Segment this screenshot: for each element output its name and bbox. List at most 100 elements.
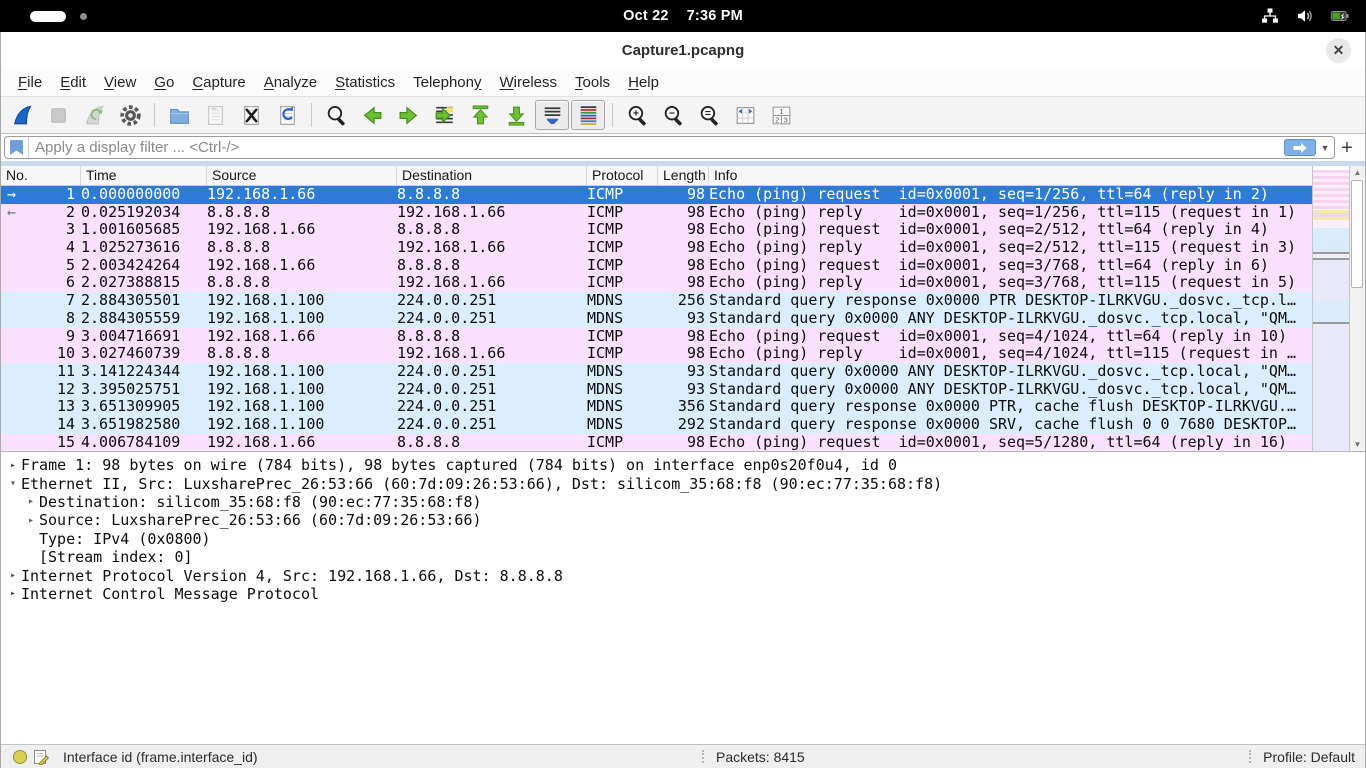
scroll-up-arrow-icon[interactable]: ▲ xyxy=(1350,166,1365,179)
packet-row-6[interactable]: 62.0273888158.8.8.8192.168.1.66ICMP98Ech… xyxy=(1,274,1312,292)
go-to-packet-button[interactable] xyxy=(427,100,461,130)
menu-telephony[interactable]: Telephony xyxy=(404,71,490,94)
packet-row-9[interactable]: 93.004716691192.168.1.668.8.8.8ICMP98Ech… xyxy=(1,328,1312,346)
filter-bookmark-button[interactable] xyxy=(5,137,29,158)
menu-view[interactable]: View xyxy=(95,71,145,94)
status-splitter-handle[interactable] xyxy=(1249,750,1251,763)
expander-closed-icon[interactable]: ▸ xyxy=(5,460,21,471)
previous-packet-button[interactable] xyxy=(355,100,389,130)
capture-comment-icon[interactable] xyxy=(33,749,63,765)
start-capture-button[interactable] xyxy=(5,100,39,130)
packet-row-14[interactable]: 143.651982580192.168.1.100224.0.0.251MDN… xyxy=(1,416,1312,434)
zoom-out-button[interactable]: − xyxy=(656,100,690,130)
auto-scroll-button[interactable] xyxy=(535,100,569,130)
find-packet-button[interactable] xyxy=(319,100,353,130)
packet-row-10[interactable]: 103.0274607398.8.8.8192.168.1.66ICMP98Ec… xyxy=(1,345,1312,363)
detail-line[interactable]: ▾Ethernet II, Src: LuxsharePrec_26:53:66… xyxy=(5,474,1365,492)
cell-proto: MDNS xyxy=(587,292,658,310)
title-bar: Capture1.pcapng ✕ xyxy=(1,32,1365,68)
packet-row-7[interactable]: 72.884305501192.168.1.100224.0.0.251MDNS… xyxy=(1,292,1312,310)
filter-history-caret[interactable]: ▼ xyxy=(1318,137,1332,158)
cell-proto: ICMP xyxy=(587,328,658,346)
zoom-in-button[interactable]: + xyxy=(620,100,654,130)
first-packet-button[interactable] xyxy=(463,100,497,130)
svg-text:+: + xyxy=(632,108,638,119)
colorize-button[interactable] xyxy=(571,100,605,130)
status-field-hint[interactable]: Interface id (frame.interface_id) xyxy=(63,749,258,765)
zoom-reset-button[interactable]: = xyxy=(692,100,726,130)
cell-proto: ICMP xyxy=(587,186,658,204)
detail-line[interactable]: ▸Frame 1: 98 bytes on wire (784 bits), 9… xyxy=(5,456,1365,474)
detail-line[interactable]: ▸Source: LuxsharePrec_26:53:66 (60:7d:09… xyxy=(5,511,1365,529)
menu-file[interactable]: File xyxy=(9,71,51,94)
packet-row-4[interactable]: 41.0252736168.8.8.8192.168.1.66ICMP98Ech… xyxy=(1,239,1312,257)
reload-file-button[interactable] xyxy=(270,100,304,130)
packet-row-3[interactable]: 31.001605685192.168.1.668.8.8.8ICMP98Ech… xyxy=(1,221,1312,239)
packet-row-11[interactable]: 113.141224344192.168.1.100224.0.0.251MDN… xyxy=(1,363,1312,381)
expander-closed-icon[interactable]: ▸ xyxy=(23,515,39,526)
column-header-destination[interactable]: Destination xyxy=(397,166,587,185)
packet-row-2[interactable]: 2←0.0251920348.8.8.8192.168.1.66ICMP98Ec… xyxy=(1,204,1312,222)
apply-filter-button[interactable] xyxy=(1284,139,1316,156)
last-packet-button[interactable] xyxy=(499,100,533,130)
status-splitter-handle[interactable] xyxy=(702,750,704,763)
svg-text:−: − xyxy=(668,108,674,119)
detail-line[interactable]: ▸Internet Control Message Protocol xyxy=(5,585,1365,603)
detail-line[interactable]: ▸Destination: silicom_35:68:f8 (90:ec:77… xyxy=(5,493,1365,511)
menu-analyze[interactable]: Analyze xyxy=(255,71,326,94)
next-packet-button[interactable] xyxy=(391,100,425,130)
save-file-button[interactable] xyxy=(198,100,232,130)
expert-info-icon[interactable] xyxy=(13,750,27,764)
cell-no: 7 xyxy=(1,292,81,310)
menu-go[interactable]: Go xyxy=(145,71,183,94)
detail-line[interactable]: [Stream index: 0] xyxy=(5,548,1365,566)
cell-src: 192.168.1.100 xyxy=(207,398,397,416)
column-header-protocol[interactable]: Protocol xyxy=(587,166,658,185)
packet-row-15[interactable]: 154.006784109192.168.1.668.8.8.8ICMP98Ec… xyxy=(1,434,1312,451)
fin-blue-icon xyxy=(10,103,35,128)
packet-row-5[interactable]: 52.003424264192.168.1.668.8.8.8ICMP98Ech… xyxy=(1,257,1312,275)
add-filter-button[interactable]: + xyxy=(1335,138,1359,158)
expander-open-icon[interactable]: ▾ xyxy=(5,478,21,489)
menu-statistics[interactable]: Statistics xyxy=(326,71,404,94)
capture-options-button[interactable] xyxy=(113,100,147,130)
filter-bar: Apply a display filter ... <Ctrl-/> ▼ + xyxy=(1,134,1365,161)
expander-closed-icon[interactable]: ▸ xyxy=(23,496,39,507)
clock[interactable]: Oct 227:36 PM xyxy=(0,8,1366,24)
column-header-length[interactable]: Length xyxy=(658,166,709,185)
stop-capture-button[interactable] xyxy=(41,100,75,130)
packet-row-1[interactable]: 1→0.000000000192.168.1.668.8.8.8ICMP98Ec… xyxy=(1,186,1312,204)
menu-capture[interactable]: Capture xyxy=(183,71,254,94)
column-header-source[interactable]: Source xyxy=(207,166,397,185)
scrollbar-thumb[interactable] xyxy=(1351,180,1363,288)
detail-line[interactable]: ▸Internet Protocol Version 4, Src: 192.1… xyxy=(5,566,1365,584)
cell-time: 2.003424264 xyxy=(81,257,207,275)
menu-edit[interactable]: Edit xyxy=(51,71,95,94)
display-filter-input[interactable]: Apply a display filter ... <Ctrl-/> ▼ xyxy=(4,136,1335,159)
detail-line[interactable]: Type: IPv4 (0x0800) xyxy=(5,530,1365,548)
packet-list-scrollbar[interactable]: ▲ ▼ xyxy=(1350,166,1365,451)
scroll-down-arrow-icon[interactable]: ▼ xyxy=(1350,438,1365,451)
close-file-button[interactable] xyxy=(234,100,268,130)
intelligent-scrollbar-map[interactable] xyxy=(1312,166,1350,451)
packet-row-12[interactable]: 123.395025751192.168.1.100224.0.0.251MDN… xyxy=(1,381,1312,399)
close-window-button[interactable]: ✕ xyxy=(1326,38,1351,63)
column-header-no[interactable]: No. xyxy=(1,166,81,185)
detail-text: Ethernet II, Src: LuxsharePrec_26:53:66 … xyxy=(21,475,942,493)
expander-closed-icon[interactable]: ▸ xyxy=(5,570,21,581)
restart-capture-button[interactable] xyxy=(77,100,111,130)
column-header-time[interactable]: Time xyxy=(81,166,207,185)
cell-len: 98 xyxy=(658,274,709,292)
layout-1-2-3-button[interactable]: 123 xyxy=(764,100,798,130)
column-header-info[interactable]: Info xyxy=(709,166,1312,185)
resize-columns-button[interactable] xyxy=(728,100,762,130)
packet-row-13[interactable]: 133.651309905192.168.1.100224.0.0.251MDN… xyxy=(1,398,1312,416)
menu-tools[interactable]: Tools xyxy=(566,71,619,94)
expander-closed-icon[interactable]: ▸ xyxy=(5,588,21,599)
packet-row-8[interactable]: 82.884305559192.168.1.100224.0.0.251MDNS… xyxy=(1,310,1312,328)
status-profile[interactable]: Profile: Default xyxy=(1263,749,1355,765)
menu-wireless[interactable]: Wireless xyxy=(491,71,567,94)
open-file-button[interactable] xyxy=(162,100,196,130)
menu-help[interactable]: Help xyxy=(619,71,668,94)
cell-len: 98 xyxy=(658,239,709,257)
